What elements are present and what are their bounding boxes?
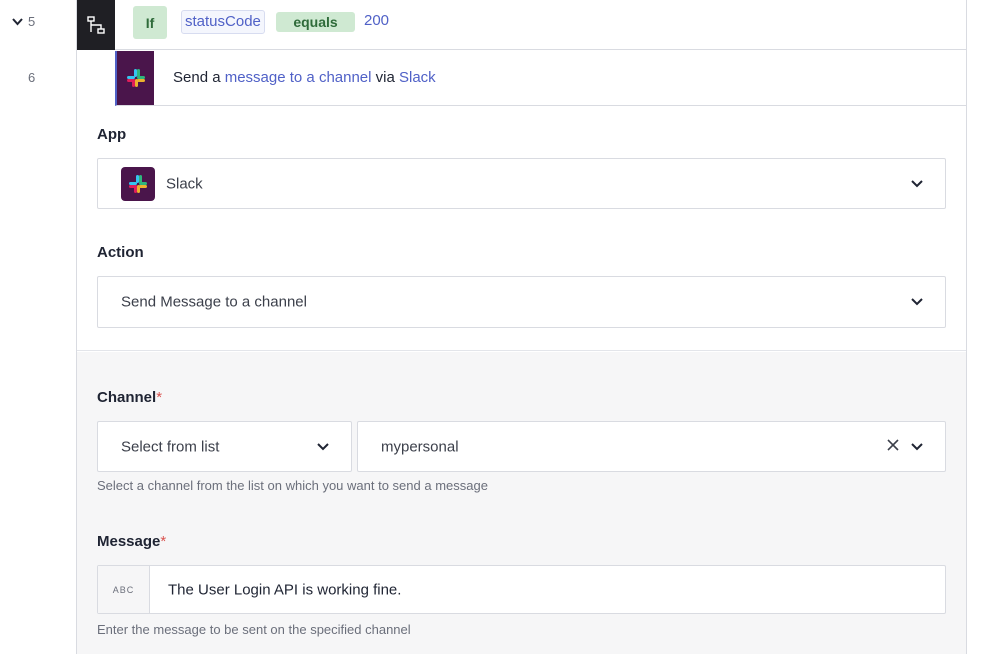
message-help-text: Enter the message to be sent on the spec… — [97, 622, 411, 637]
channel-mode-value: Select from list — [121, 438, 220, 455]
chevron-down-icon[interactable] — [911, 175, 923, 193]
action-label: Action — [97, 244, 144, 261]
slack-icon — [121, 167, 155, 201]
message-label: Message* — [97, 533, 166, 550]
app-action-section: App Slack Action Send Message to a chann… — [77, 107, 966, 351]
action-select[interactable]: Send Message to a channel — [97, 276, 946, 328]
app-link[interactable]: Slack — [399, 69, 436, 86]
slack-step-row[interactable]: Send a message to a channel via Slack — [115, 51, 966, 106]
channel-select[interactable]: mypersonal — [357, 421, 946, 472]
branch-icon — [77, 0, 115, 50]
step-prefix: Send a — [173, 69, 225, 86]
text-type-badge: ABC — [98, 566, 150, 613]
if-keyword-badge: If — [133, 6, 167, 39]
slack-icon — [117, 51, 154, 105]
channel-value: mypersonal — [381, 438, 459, 455]
app-value: Slack — [166, 175, 203, 192]
if-condition-row[interactable]: If statusCode equals 200 — [77, 0, 966, 50]
chevron-down-icon[interactable] — [12, 14, 23, 29]
step-middle: via — [371, 69, 399, 86]
condition-value[interactable]: 200 — [364, 12, 389, 29]
required-mark: * — [160, 533, 167, 550]
action-link[interactable]: message to a channel — [225, 69, 372, 86]
line-number: 6 — [28, 70, 36, 85]
line-gutter-6: 6 — [0, 68, 76, 88]
channel-message-section: Channel* Select from list mypersonal Sel… — [77, 352, 966, 654]
app-select[interactable]: Slack — [97, 158, 946, 209]
chevron-down-icon[interactable] — [317, 438, 329, 456]
variable-chip[interactable]: statusCode — [181, 10, 265, 34]
operator-chip[interactable]: equals — [276, 12, 355, 32]
channel-label: Channel* — [97, 389, 162, 406]
app-label: App — [97, 126, 127, 143]
message-value[interactable]: The User Login API is working fine. — [168, 581, 401, 598]
message-label-text: Message — [97, 533, 161, 550]
step-description: Send a message to a channel via Slack — [173, 69, 436, 86]
line-number: 5 — [28, 14, 36, 29]
chevron-down-icon[interactable] — [911, 293, 923, 311]
clear-icon[interactable] — [887, 438, 899, 456]
action-value: Send Message to a channel — [121, 293, 307, 311]
required-mark: * — [156, 389, 163, 406]
line-gutter-5: 5 — [0, 12, 76, 32]
message-input[interactable]: ABC The User Login API is working fine. — [97, 565, 946, 614]
channel-mode-select[interactable]: Select from list — [97, 421, 352, 472]
chevron-down-icon[interactable] — [911, 438, 923, 456]
channel-label-text: Channel — [97, 389, 157, 406]
channel-help-text: Select a channel from the list on which … — [97, 478, 488, 493]
